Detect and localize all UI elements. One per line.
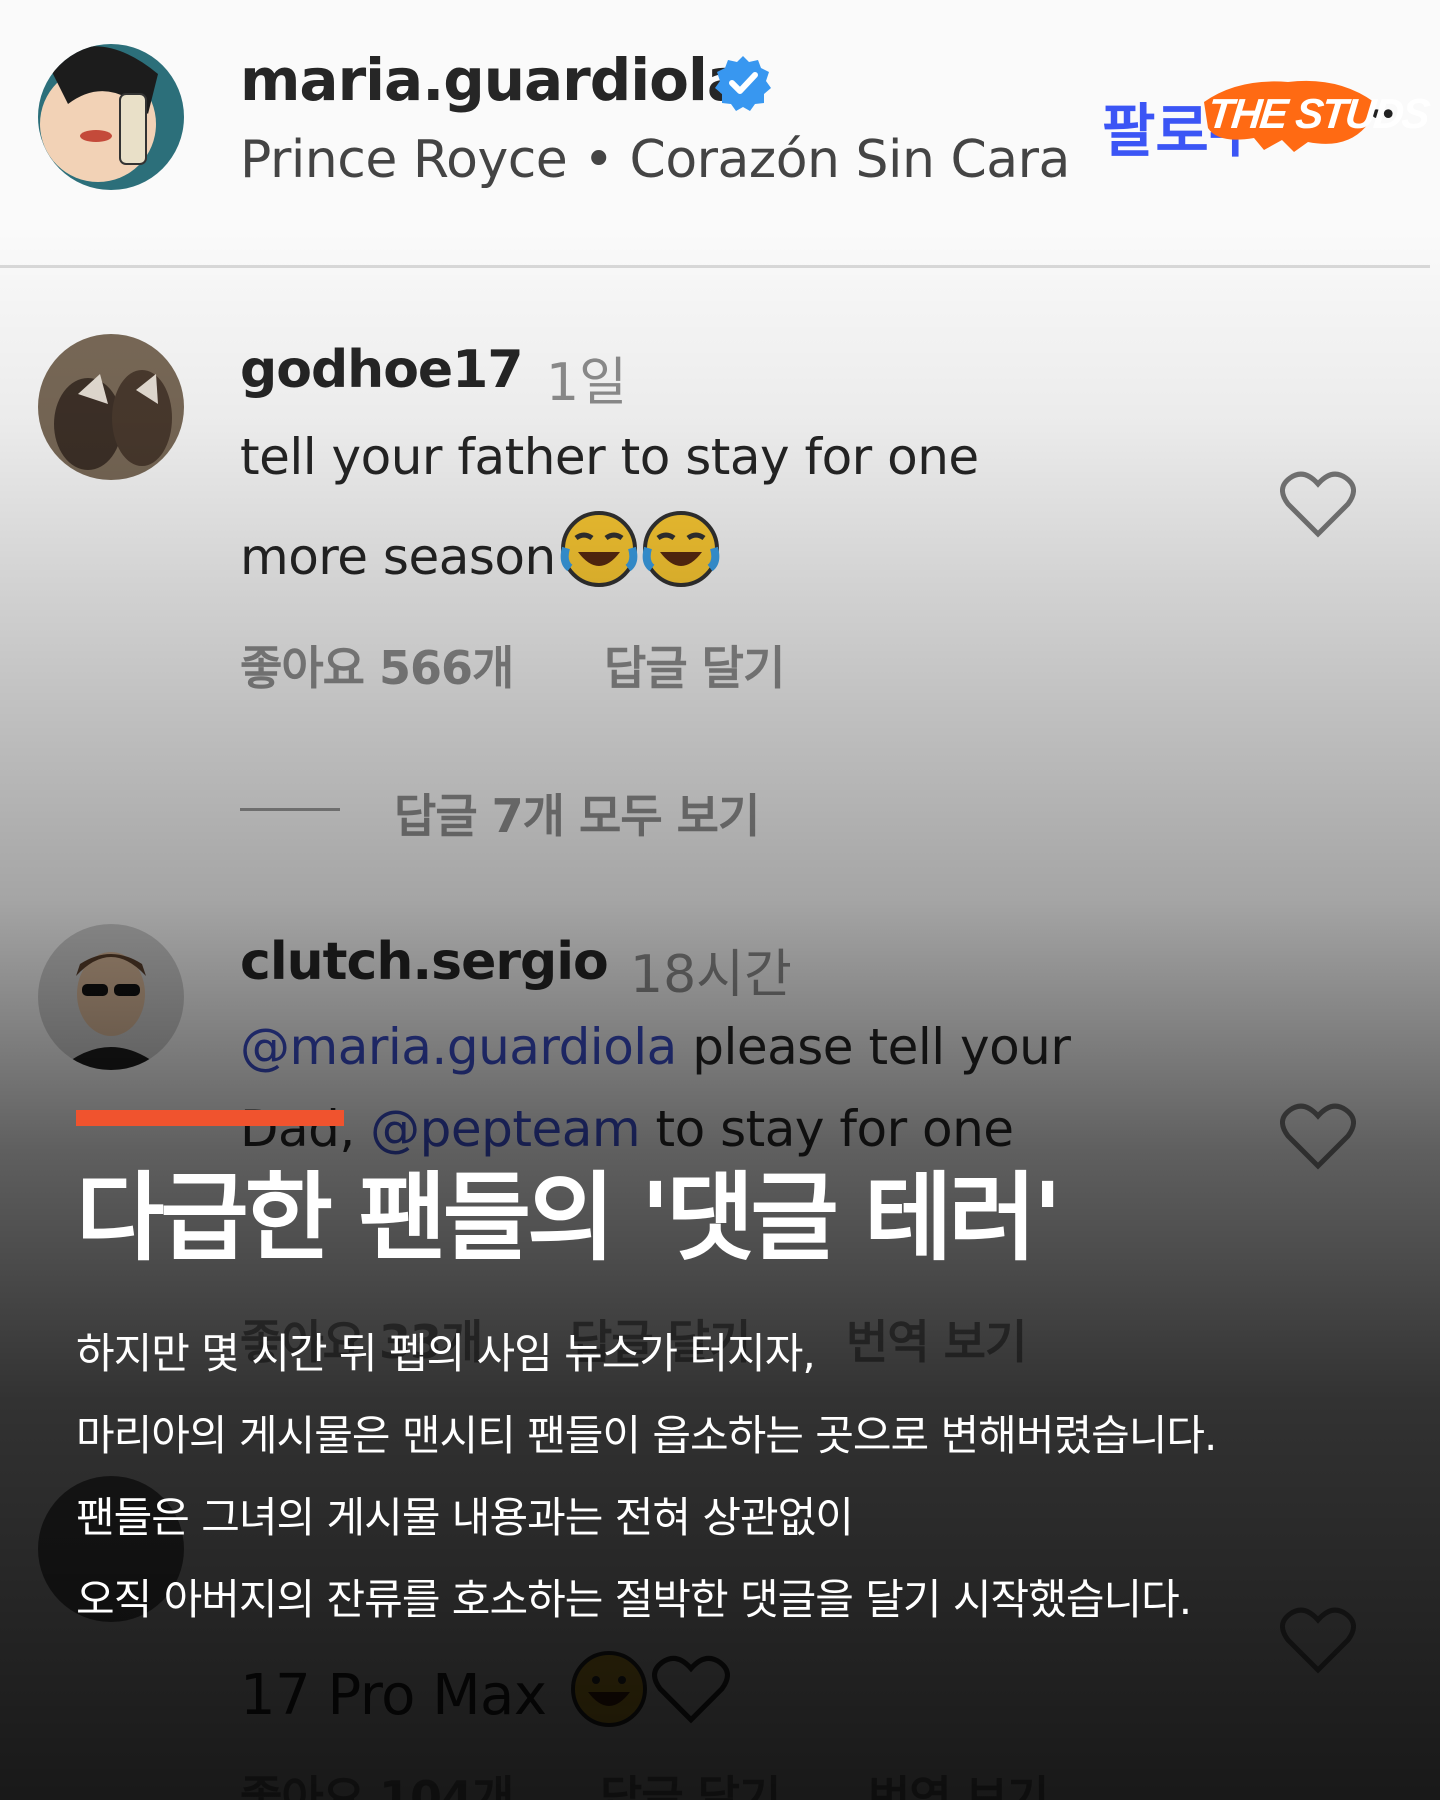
comment-text: please tell your xyxy=(676,1018,1071,1076)
comment-text: more season xyxy=(240,528,556,586)
like-heart-icon[interactable] xyxy=(1280,470,1356,538)
comment-time: 1일 xyxy=(546,353,627,413)
comment-avatar[interactable] xyxy=(38,334,184,480)
comment-text-line: @maria.guardiola please tell your xyxy=(240,1018,1071,1076)
comment-text-line: 17 Pro Max xyxy=(240,1650,731,1728)
comment-text: to stay for one xyxy=(640,1100,1015,1158)
comment-text: 17 Pro Max xyxy=(240,1663,547,1728)
reply-button[interactable]: 답글 달기 xyxy=(604,632,785,698)
comment-text-line: tell your father to stay for one xyxy=(240,428,979,486)
grinning-sweat-face-icon xyxy=(571,1651,648,1727)
overlay-body-line: 팬들은 그녀의 게시물 내용과는 전혀 상관없이 xyxy=(76,1493,854,1542)
comment-text-line: Dad, @pepteam to stay for one xyxy=(240,1100,1014,1158)
audio-subtitle[interactable]: Prince Royce • Corazón Sin Cara xyxy=(240,130,1070,190)
verified-badge-icon xyxy=(715,56,771,111)
heart-outline-icon xyxy=(652,1655,731,1724)
comment-text: Dad, xyxy=(240,1100,371,1158)
like-heart-icon[interactable] xyxy=(1280,1102,1356,1170)
comment-avatar[interactable] xyxy=(38,924,184,1070)
like-heart-icon[interactable] xyxy=(1280,1606,1356,1674)
reply-button[interactable]: 답글 달기 xyxy=(600,1762,781,1800)
overlay-body-line: 마리아의 게시물은 맨시티 팬들이 읍소하는 곳으로 변해버렸습니다. xyxy=(76,1411,1217,1460)
instagram-comments-screen: maria.guardiola Prince Royce • Corazón S… xyxy=(0,0,1440,1800)
comment-text-line: more season xyxy=(240,510,720,588)
translate-button[interactable]: 번역 보기 xyxy=(846,1306,1027,1372)
face-with-tears-of-joy-icon xyxy=(642,511,720,587)
profile-avatar[interactable] xyxy=(38,44,184,190)
comment-likes[interactable]: 좋아요 566개 xyxy=(240,632,514,698)
accent-bar xyxy=(76,1110,344,1126)
overlay-headline: 다급한 팬들의 '댓글 테러' xyxy=(76,1162,1062,1274)
comment-username[interactable]: clutch.sergio xyxy=(240,932,609,992)
mention-link[interactable]: @pepteam xyxy=(370,1100,640,1158)
watermark-text: THE STUDS xyxy=(1205,90,1431,137)
overlay-body-line: 하지만 몇 시간 뒤 펩의 사임 뉴스가 터지자, xyxy=(76,1329,816,1378)
header-divider xyxy=(0,265,1430,268)
comment-username[interactable]: godhoe17 xyxy=(240,340,524,400)
face-with-tears-of-joy-icon xyxy=(560,511,638,587)
mention-link[interactable]: @maria.guardiola xyxy=(240,1018,677,1076)
view-replies-button[interactable]: 답글 7개 모두 보기 xyxy=(394,780,760,846)
comment-likes[interactable]: 좋아요 104개 xyxy=(240,1762,514,1800)
translate-button[interactable]: 번역 보기 xyxy=(868,1762,1049,1800)
overlay-body-line: 오직 아버지의 잔류를 호소하는 절박한 댓글을 달기 시작했습니다. xyxy=(76,1575,1192,1624)
comment-time: 18시간 xyxy=(630,945,792,1005)
profile-username[interactable]: maria.guardiola xyxy=(240,46,746,114)
view-replies-line xyxy=(240,808,340,811)
